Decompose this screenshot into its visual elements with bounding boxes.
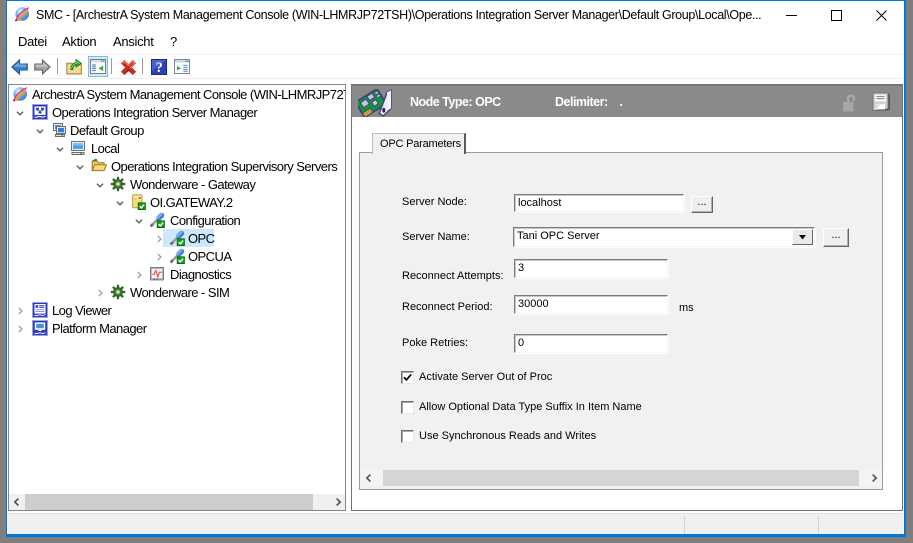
svg-text:?: ? (156, 60, 163, 75)
